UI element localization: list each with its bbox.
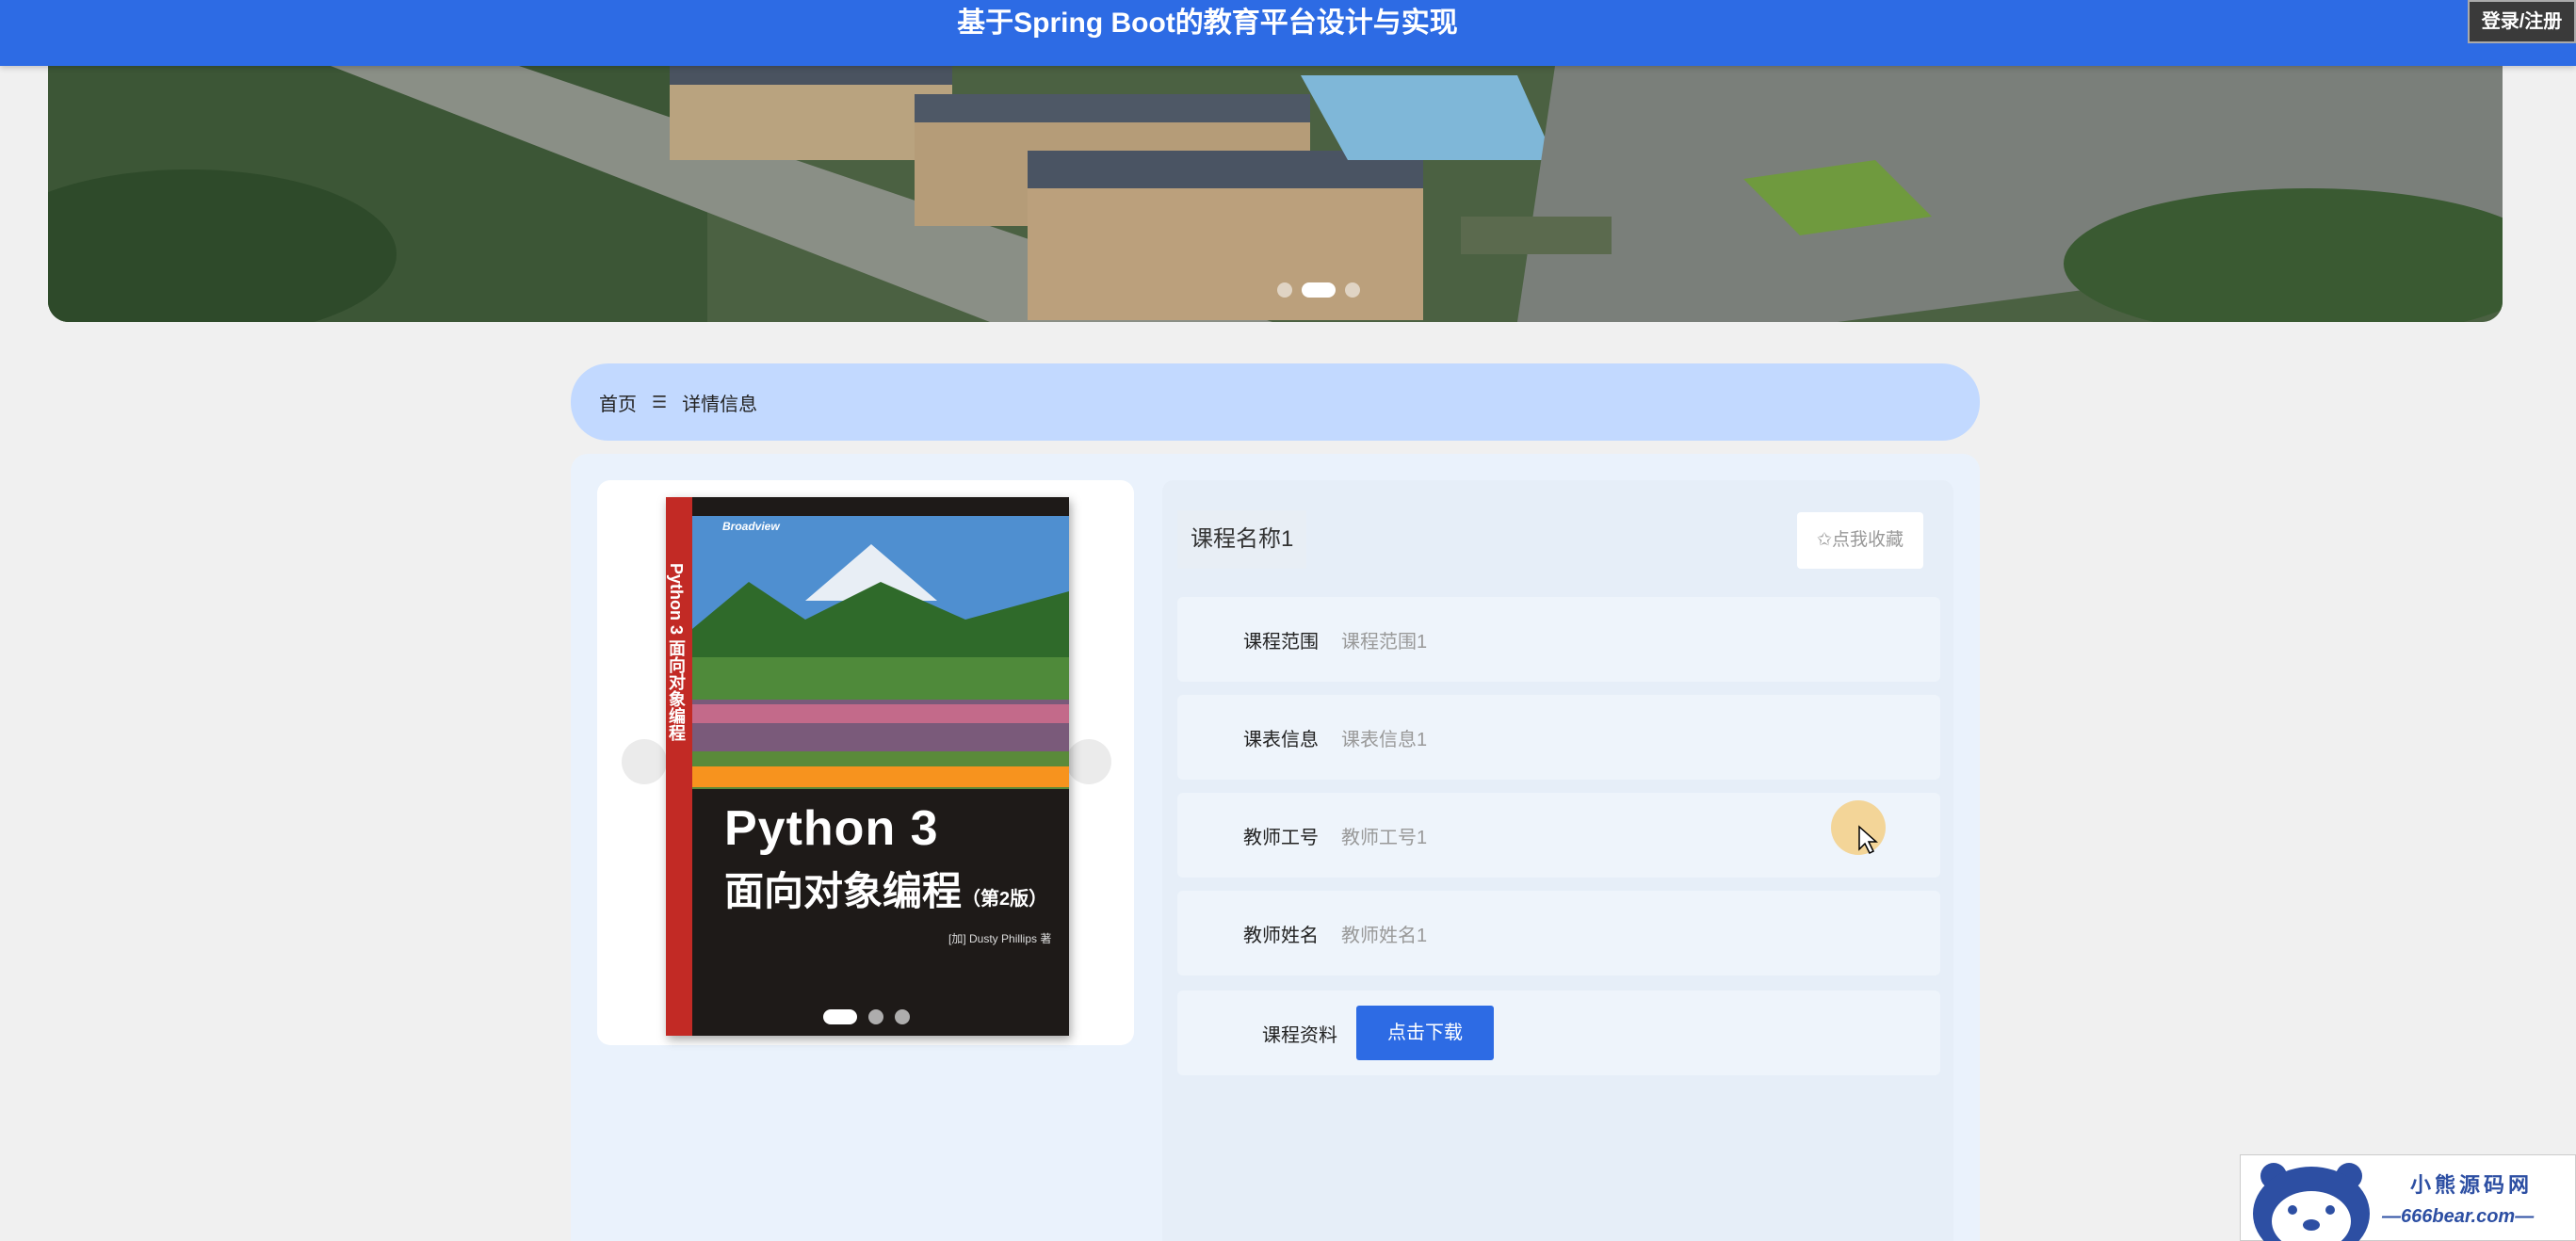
book-subtitle-text: 面向对象编程 <box>724 869 963 913</box>
detail-label: 课表信息 <box>1243 729 1319 750</box>
banner-carousel[interactable] <box>48 66 2503 322</box>
detail-row-scope: 课程范围 课程范围1 <box>1177 597 1940 682</box>
watermark-url: —666bear.com— <box>2382 1206 2535 1227</box>
favorite-button[interactable]: ✩点我收藏 <box>1797 512 1923 569</box>
detail-label: 课程范围 <box>1243 631 1319 653</box>
detail-value: 教师工号1 <box>1341 827 1428 848</box>
banner-dot[interactable] <box>1277 282 1292 298</box>
gallery-dot[interactable] <box>895 1009 910 1024</box>
detail-label: 课程资料 <box>1262 1024 1337 1046</box>
book-cover-landscape <box>692 516 1069 789</box>
detail-row-teacher-name: 教师姓名 教师姓名1 <box>1177 891 1940 975</box>
mouse-cursor-icon <box>1858 825 1878 855</box>
book-brand: Broadview <box>722 520 780 533</box>
breadcrumb-home[interactable]: 首页 <box>599 389 637 416</box>
book-title: Python 3 <box>724 801 939 856</box>
detail-row-schedule: 课表信息 课表信息1 <box>1177 695 1940 780</box>
detail-row-materials: 课程资料 点击下载 <box>1177 991 1940 1075</box>
breadcrumb: 首页 ☰ 详情信息 <box>571 363 1980 441</box>
gallery-dots <box>823 1009 910 1024</box>
book-edition: （第2版） <box>962 889 1048 910</box>
detail-label: 教师工号 <box>1243 827 1319 848</box>
book-spine-text: Python 3 面向对象编程 <box>667 563 686 742</box>
book-subtitle: 面向对象编程（第2版） <box>724 860 1063 917</box>
bear-logo-icon <box>2253 1163 2370 1241</box>
watermark: 小熊源码网 —666bear.com— <box>2240 1154 2576 1241</box>
gallery-prev-arrow-icon[interactable] <box>622 739 667 784</box>
banner-dots <box>1277 282 1360 298</box>
gallery-next-arrow-icon[interactable] <box>1066 739 1111 784</box>
book-spine: Python 3 面向对象编程 <box>666 497 692 1036</box>
banner-dot[interactable] <box>1345 282 1360 298</box>
banner-image <box>48 66 2503 322</box>
detail-row-teacher-id: 教师工号 教师工号1 <box>1177 793 1940 878</box>
book-orange-band <box>692 766 1069 787</box>
course-name: 课程名称1 <box>1177 510 1307 569</box>
login-register-button[interactable]: 登录/注册 <box>2468 0 2576 43</box>
top-header: 基于Spring Boot的教育平台设计与实现 登录/注册 <box>0 0 2576 66</box>
detail-value: 课程范围1 <box>1341 631 1428 653</box>
breadcrumb-current: 详情信息 <box>682 394 758 415</box>
detail-label: 教师姓名 <box>1243 925 1319 946</box>
book-author: [加] Dusty Phillips 著 <box>948 932 1052 945</box>
breadcrumb-separator-icon: ☰ <box>652 392 668 411</box>
site-title: 基于Spring Boot的教育平台设计与实现 <box>957 8 1458 39</box>
detail-value: 课表信息1 <box>1341 729 1428 750</box>
download-button[interactable]: 点击下载 <box>1356 1006 1494 1060</box>
banner-dot-active[interactable] <box>1302 282 1336 298</box>
gallery-dot-active[interactable] <box>823 1009 857 1024</box>
watermark-name: 小熊源码网 <box>2410 1173 2534 1197</box>
gallery-dot[interactable] <box>868 1009 883 1024</box>
detail-value: 教师姓名1 <box>1341 925 1428 946</box>
course-cover-image: Python 3 面向对象编程 Broadview Python 3 面向对象编… <box>666 497 1069 1036</box>
